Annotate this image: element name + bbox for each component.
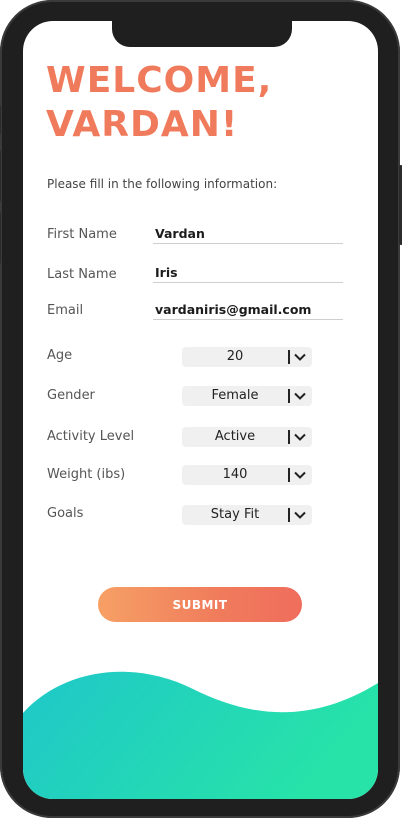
submit-button[interactable]: SUBMIT (98, 587, 302, 622)
chevron-down-icon[interactable] (291, 387, 309, 405)
last-name-label: Last Name (47, 267, 117, 282)
decorative-wave (23, 671, 378, 799)
chevron-down-icon[interactable] (291, 466, 309, 484)
welcome-line-1: WELCOME, (46, 60, 273, 101)
age-label: Age (47, 348, 73, 363)
mute-switch (0, 105, 1, 135)
weight-select[interactable]: 140 (182, 465, 312, 485)
gender-label: Gender (47, 388, 95, 403)
select-divider (288, 508, 290, 522)
age-select[interactable]: 20 (182, 347, 312, 367)
select-divider (288, 430, 290, 444)
goals-value: Stay Fit (210, 507, 260, 522)
gender-value: Female (211, 388, 259, 403)
chevron-down-icon[interactable] (291, 506, 309, 524)
select-divider (288, 468, 290, 482)
goals-label: Goals (47, 506, 84, 521)
age-value: 20 (226, 349, 244, 364)
email-label: Email (47, 303, 84, 318)
welcome-heading: WELCOME, VARDAN! (46, 59, 272, 147)
first-name-field[interactable] (153, 223, 343, 244)
activity-level-select[interactable]: Active (182, 427, 312, 447)
goals-select[interactable]: Stay Fit (182, 505, 312, 525)
email-field[interactable] (153, 299, 343, 320)
chevron-down-icon[interactable] (291, 428, 309, 446)
activity-level-label: Activity Level (47, 429, 135, 444)
gender-select[interactable]: Female (182, 386, 312, 406)
phone-frame: WELCOME, VARDAN! Please fill in the foll… (0, 0, 402, 818)
camera-notch (112, 20, 292, 47)
first-name-label: First Name (47, 227, 117, 242)
select-divider (288, 389, 290, 403)
select-divider (288, 350, 290, 364)
app-screen: WELCOME, VARDAN! Please fill in the foll… (23, 21, 378, 799)
form-instruction: Please fill in the following information… (47, 177, 278, 191)
volume-up-button (0, 150, 1, 202)
activity-level-value: Active (214, 429, 256, 444)
weight-value: 140 (222, 467, 248, 482)
welcome-line-2: VARDAN! (46, 104, 239, 145)
weight-label: Weight (ibs) (47, 467, 126, 482)
last-name-field[interactable] (153, 262, 343, 283)
volume-down-button (0, 212, 1, 264)
chevron-down-icon[interactable] (291, 348, 309, 366)
